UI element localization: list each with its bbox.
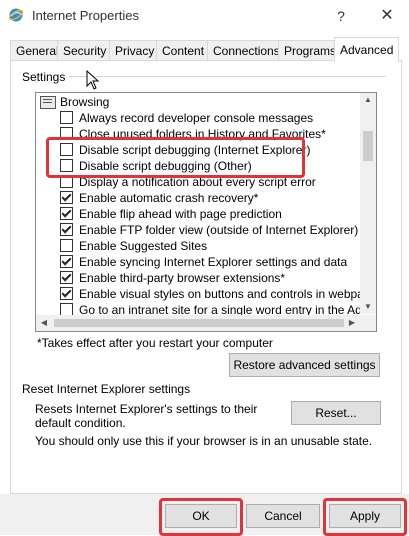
highlight-script-debugging [46, 137, 305, 178]
checkbox[interactable] [60, 111, 73, 124]
vertical-scrollbar[interactable]: ▲ ▼ [360, 93, 376, 314]
list-item-label: Enable third-party browser extensions* [79, 271, 286, 285]
list-item-label: Enable syncing Internet Explorer setting… [79, 255, 348, 269]
tab-advanced[interactable]: Advanced [334, 37, 400, 62]
checkbox-checked[interactable] [60, 191, 73, 204]
restore-advanced-settings-button[interactable]: Restore advanced settings [229, 353, 380, 377]
tab-privacy[interactable]: Privacy [109, 40, 161, 61]
advanced-settings-list[interactable]: Browsing Always record developer console… [35, 92, 377, 332]
checkbox-checked[interactable] [60, 271, 73, 284]
tab-security[interactable]: Security [57, 40, 113, 61]
scroll-right-icon[interactable]: ▶ [344, 316, 360, 330]
ok-button[interactable]: OK [165, 504, 237, 528]
scrollbar-corner [360, 315, 376, 331]
restart-note: *Takes effect after you restart your com… [37, 336, 273, 350]
internet-explorer-icon [8, 8, 24, 22]
reset-group-label: Reset Internet Explorer settings [22, 382, 191, 396]
settings-group-divider [22, 76, 386, 77]
checkbox[interactable] [60, 239, 73, 252]
scroll-up-icon[interactable]: ▲ [360, 93, 376, 107]
tab-programs[interactable]: Programs [278, 40, 343, 61]
reset-button[interactable]: Reset... [291, 401, 381, 425]
close-button[interactable]: ✕ [376, 5, 398, 27]
tab-connections[interactable]: Connections [207, 40, 286, 61]
scroll-down-icon[interactable]: ▼ [360, 300, 376, 314]
list-item-label: Enable flip ahead with page prediction [79, 207, 282, 221]
tab-content[interactable]: Content [156, 40, 211, 61]
horizontal-scrollbar[interactable]: ◀ ▶ [36, 315, 360, 331]
help-button[interactable]: ? [330, 5, 352, 27]
settings-category-icon [40, 96, 56, 109]
list-item-label: Enable Suggested Sites [79, 239, 208, 253]
checkbox-checked[interactable] [60, 223, 73, 236]
cancel-button[interactable]: Cancel [246, 504, 320, 528]
checkbox-checked[interactable] [60, 287, 73, 300]
apply-button[interactable]: Apply [329, 504, 401, 528]
checkbox-checked[interactable] [60, 207, 73, 220]
scroll-left-icon[interactable]: ◀ [36, 316, 52, 330]
window-title: Internet Properties [32, 8, 139, 23]
list-item-label: Always record developer console messages [79, 111, 314, 125]
list-item-label: Enable automatic crash recovery* [79, 191, 259, 205]
reset-warning: You should only use this if your browser… [35, 434, 373, 448]
reset-description: Resets Internet Explorer's settings to t… [35, 402, 258, 430]
category-label: Browsing [60, 95, 110, 109]
settings-group-label: Settings [22, 70, 70, 84]
horizontal-scroll-thumb[interactable] [54, 319, 344, 327]
list-item-label: Enable visual styles on buttons and cont… [79, 287, 377, 301]
list-item-label: Enable FTP folder view (outside of Inter… [79, 223, 359, 237]
mouse-cursor-icon [86, 70, 100, 90]
checkbox-checked[interactable] [60, 255, 73, 268]
vertical-scroll-thumb[interactable] [363, 131, 373, 161]
